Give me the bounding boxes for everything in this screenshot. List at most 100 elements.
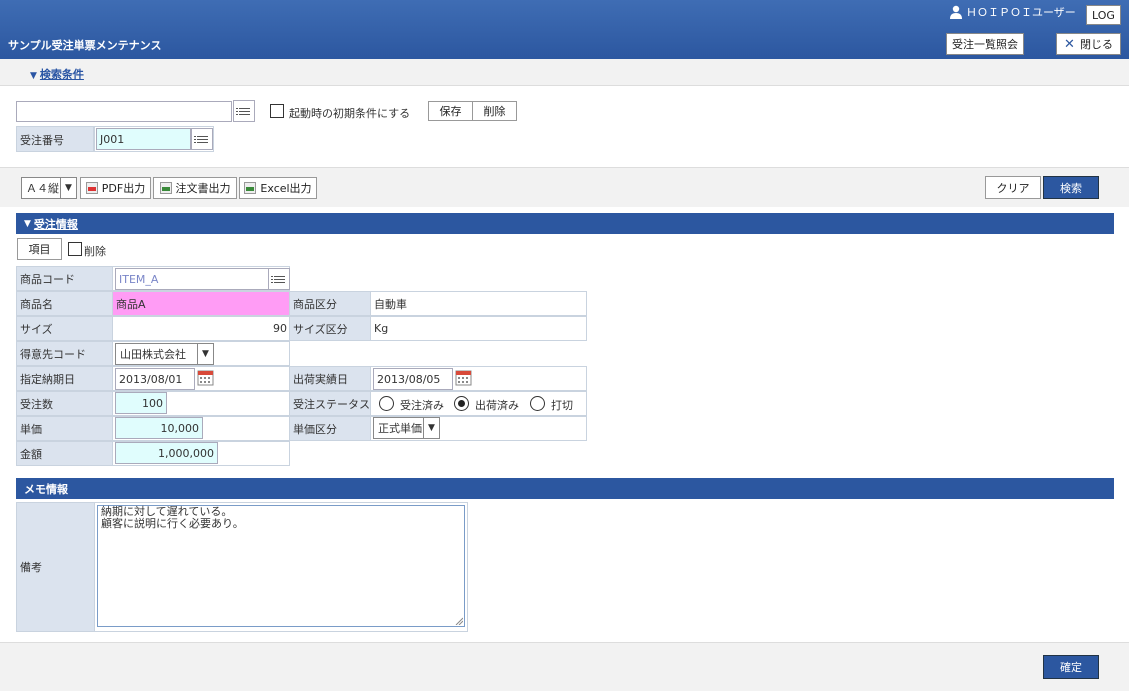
price-class-label: 単価区分 <box>289 416 371 441</box>
search-label: 検索 <box>1060 181 1082 195</box>
delete-checkbox[interactable] <box>68 242 82 256</box>
search-button[interactable]: 検索 <box>1043 176 1099 199</box>
memo-section-header: メモ情報 <box>16 478 1114 499</box>
search-toggle[interactable]: ▼ 検索条件 <box>30 66 84 82</box>
confirm-button[interactable]: 確定 <box>1043 655 1099 679</box>
product-code-label-text: 商品コード <box>20 272 75 286</box>
size-class-label: サイズ区分 <box>289 316 371 341</box>
ship-date-label-text: 出荷実績日 <box>293 372 348 386</box>
product-class-text: 自動車 <box>374 297 407 311</box>
status-radio-ordered[interactable] <box>379 396 394 411</box>
close-button[interactable]: ✕ 閉じる <box>1056 33 1121 55</box>
product-code-input[interactable]: ITEM_A <box>115 268 269 290</box>
order-list-label: 受注一覧照会 <box>952 38 1018 51</box>
paper-size-value: Ａ４縦 <box>26 182 59 195</box>
product-name-value: 商品A <box>112 291 290 316</box>
log-button[interactable]: LOG <box>1086 5 1121 25</box>
qty-input[interactable]: 100 <box>115 392 167 414</box>
triangle-down-icon: ▼ <box>30 71 37 81</box>
customer-value: 山田株式会社 <box>120 348 186 361</box>
ship-date-input[interactable]: 2013/08/05 <box>373 368 453 390</box>
order-no-label-text: 受注番号 <box>20 134 64 147</box>
order-no-list-button[interactable] <box>191 128 213 150</box>
remarks-label: 備考 <box>16 502 95 632</box>
order-section-header[interactable]: ▼ 受注情報 <box>16 213 1114 234</box>
status-option-shipped: 出荷済み <box>475 399 519 412</box>
due-date-input[interactable]: 2013/08/01 <box>115 368 195 390</box>
toolbar: Ａ４縦 ▼ PDF出力 注文書出力 Excel出力 クリア 検索 <box>0 167 1129 207</box>
initial-condition-label: 起動時の初期条件にする <box>289 107 411 120</box>
remarks-textarea[interactable]: 納期に対して遅れている。 顧客に説明に行く必要あり。 <box>97 505 465 627</box>
size-label: サイズ <box>16 316 113 341</box>
preset-input[interactable] <box>16 101 232 122</box>
qty-value: 100 <box>142 396 163 410</box>
order-list-button[interactable]: 受注一覧照会 <box>946 33 1024 55</box>
price-value: 10,000 <box>160 421 200 435</box>
ship-date-value: 2013/08/05 <box>377 372 441 386</box>
customer-select[interactable]: 山田株式会社 ▼ <box>115 343 214 365</box>
size-text: 90 <box>273 322 287 335</box>
user-icon <box>950 5 962 19</box>
resize-handle-icon[interactable] <box>455 617 463 625</box>
initial-condition-checkbox[interactable] <box>270 104 284 118</box>
triangle-down-icon: ▼ <box>24 218 31 229</box>
price-class-value: 正式単価 <box>378 422 422 435</box>
paper-size-select[interactable]: Ａ４縦 ▼ <box>21 177 77 199</box>
status-radio-shipped[interactable] <box>454 396 469 411</box>
search-toggle-bar: ▼ 検索条件 <box>0 59 1129 86</box>
footer-bar: 確定 <box>0 642 1129 691</box>
product-name-text: 商品A <box>116 297 146 311</box>
size-label-text: サイズ <box>20 322 53 336</box>
close-icon: ✕ <box>1064 36 1075 52</box>
save-button[interactable]: 保存 <box>428 101 473 121</box>
size-value: 90 <box>112 316 290 341</box>
order-no-input[interactable]: J001 <box>96 128 191 150</box>
page-title: サンプル受注単票メンテナンス <box>8 39 162 52</box>
clear-label: クリア <box>996 181 1030 195</box>
status-option-ordered: 受注済み <box>400 399 444 412</box>
status-option-cancelled: 打切 <box>551 399 573 412</box>
order-no-value: J001 <box>100 132 125 146</box>
save-label: 保存 <box>439 105 462 118</box>
product-name-label: 商品名 <box>16 291 113 316</box>
item-button[interactable]: 項目 <box>17 238 62 260</box>
chevron-down-icon: ▼ <box>197 344 213 364</box>
pdf-icon <box>85 182 98 194</box>
size-class-label-text: サイズ区分 <box>293 322 348 336</box>
delete-condition-button[interactable]: 削除 <box>472 101 517 121</box>
price-input[interactable]: 10,000 <box>115 417 203 439</box>
price-label: 単価 <box>16 416 113 441</box>
pdf-output-button[interactable]: PDF出力 <box>80 177 151 199</box>
user-info: ＨＯＩＰＯＩユーザー <box>950 4 1076 20</box>
pdf-label: PDF出力 <box>101 182 146 195</box>
preset-list-button[interactable] <box>233 100 255 122</box>
user-name: ＨＯＩＰＯＩユーザー <box>966 6 1076 19</box>
price-class-select[interactable]: 正式単価 ▼ <box>373 417 440 439</box>
qty-label-text: 受注数 <box>20 397 53 411</box>
amount-input[interactable]: 1,000,000 <box>115 442 218 464</box>
amount-label-text: 金額 <box>20 447 42 461</box>
delete-condition-label: 削除 <box>483 105 506 118</box>
clear-button[interactable]: クリア <box>985 176 1041 199</box>
product-code-placeholder: ITEM_A <box>119 272 159 286</box>
list-icon <box>193 135 208 143</box>
order-form-output-button[interactable]: 注文書出力 <box>153 177 237 199</box>
item-button-label: 項目 <box>28 243 51 256</box>
calendar-icon[interactable] <box>455 369 472 386</box>
due-date-label-text: 指定納期日 <box>20 372 75 386</box>
status-radio-cancelled[interactable] <box>530 396 545 411</box>
price-class-label-text: 単価区分 <box>293 422 337 436</box>
excel-output-button[interactable]: Excel出力 <box>239 177 317 199</box>
list-icon <box>235 107 250 115</box>
remarks-line-2: 顧客に説明に行く必要あり。 <box>101 517 244 530</box>
printer-icon <box>159 182 172 194</box>
ship-date-label: 出荷実績日 <box>289 366 371 391</box>
order-no-label: 受注番号 <box>16 126 94 152</box>
price-label-text: 単価 <box>20 422 42 436</box>
qty-label: 受注数 <box>16 391 113 416</box>
log-label: LOG <box>1092 8 1115 22</box>
product-code-list-button[interactable] <box>268 268 290 290</box>
search-toggle-label: 検索条件 <box>39 68 84 81</box>
calendar-icon[interactable] <box>197 369 214 386</box>
excel-icon <box>244 182 257 194</box>
